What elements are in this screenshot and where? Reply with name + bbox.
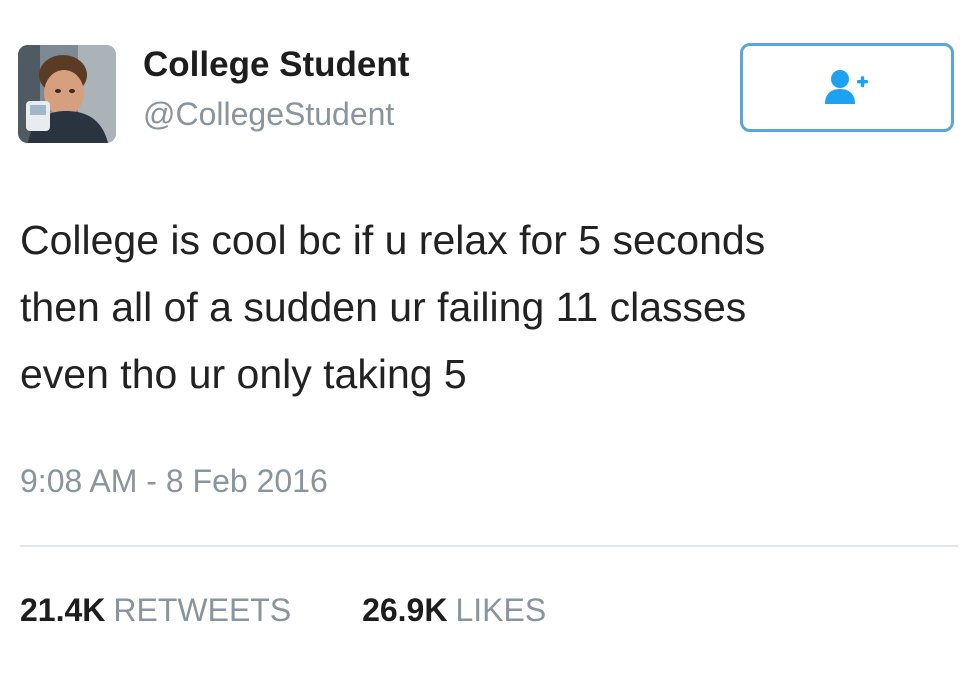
retweets-label: RETWEETS <box>113 592 292 628</box>
likes-stat[interactable]: 26.9K LIKES <box>362 592 546 629</box>
tweet-text-line: even tho ur only taking 5 <box>20 351 467 397</box>
profile-photo-image <box>18 45 116 143</box>
avatar[interactable] <box>18 45 116 143</box>
likes-count: 26.9K <box>362 592 448 628</box>
display-name[interactable]: College Student <box>143 45 409 85</box>
follow-user-icon <box>825 69 868 104</box>
divider <box>20 545 958 547</box>
tweet-timestamp[interactable]: 9:08 AM - 8 Feb 2016 <box>20 463 328 500</box>
likes-label: LIKES <box>455 592 547 628</box>
user-handle[interactable]: @CollegeStudent <box>143 96 394 133</box>
tweet-text-line: then all of a sudden ur failing 11 class… <box>20 284 747 330</box>
retweets-count: 21.4K <box>20 592 106 628</box>
tweet-card: College Student @CollegeStudent College … <box>0 0 980 692</box>
follow-button[interactable] <box>740 43 954 132</box>
tweet-text: College is cool bc if u relax for 5 seco… <box>20 207 960 408</box>
engagement-stats: 21.4K RETWEETS 26.9K LIKES <box>20 592 546 629</box>
tweet-text-line: College is cool bc if u relax for 5 seco… <box>20 217 766 263</box>
retweets-stat[interactable]: 21.4K RETWEETS <box>20 592 291 629</box>
